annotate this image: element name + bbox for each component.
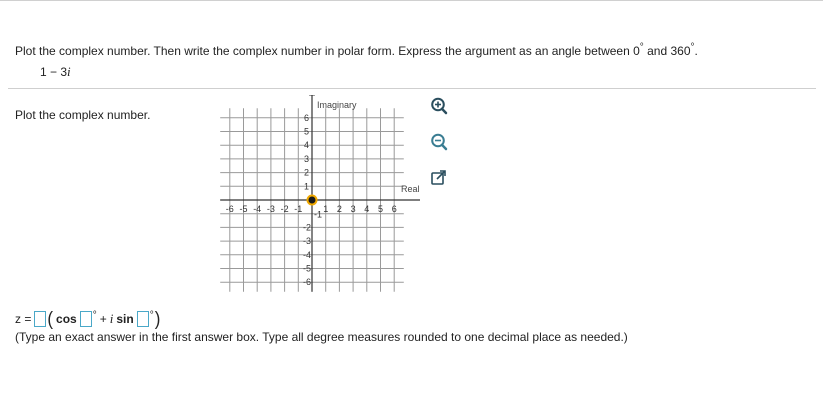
complex-number-real: 1 − 3 [40, 65, 68, 79]
z-label: z = [15, 312, 32, 326]
x-tick-label: 5 [378, 204, 383, 214]
y-tick-label: -4 [303, 250, 311, 260]
y-tick-label: 4 [304, 140, 309, 150]
y-axis-label: Imaginary [317, 100, 357, 110]
zoom-out-icon [431, 133, 448, 151]
x-tick-label: -2 [281, 204, 289, 214]
x-tick-label: 1 [323, 204, 328, 214]
zoom-in-icon [431, 97, 448, 115]
question-text: Plot the complex number. Then write the … [15, 42, 698, 58]
expand-icon [431, 170, 446, 185]
degree-symbol: ° [149, 310, 154, 321]
x-tick-label: 4 [364, 204, 369, 214]
x-tick-label: -4 [253, 204, 261, 214]
question-mid: and 360 [643, 44, 691, 58]
y-tick-label: -5 [303, 264, 311, 274]
y-tick-label: -6 [303, 277, 311, 287]
zoom-out-button[interactable] [429, 132, 449, 152]
y-tick-label: -2 [303, 222, 311, 232]
x-tick-label: -1 [294, 204, 302, 214]
complex-number-imag-unit: i [67, 64, 71, 79]
x-tick-label: -6 [226, 204, 234, 214]
x-tick-label: 3 [351, 204, 356, 214]
plot-prompt: Plot the complex number. [15, 108, 151, 122]
expand-button[interactable] [429, 168, 449, 188]
question-main: Plot the complex number. Then write the … [15, 44, 640, 58]
close-paren: ) [154, 307, 161, 330]
complex-number: 1 − 3i [40, 64, 71, 80]
cos-angle-input[interactable] [79, 311, 92, 327]
answer-row: z = ( cos ° + i sin ° ) [15, 307, 161, 330]
open-paren: ( [47, 307, 54, 330]
x-tick-label: 6 [392, 204, 397, 214]
y-axis-arrow [309, 95, 315, 96]
cos-label: cos [56, 312, 77, 326]
complex-plane-graph[interactable]: -6 -5 -4 -3 -2 -1 1 2 3 4 5 6654321-2-3-4-5-6-1 Ima… [220, 95, 420, 295]
y-tick-label: -1 [314, 210, 322, 220]
x-tick-label: -3 [267, 204, 275, 214]
y-tick-label: -3 [303, 236, 311, 246]
zoom-in-button[interactable] [429, 96, 449, 116]
degree-symbol: ° [92, 310, 97, 321]
sin-angle-input[interactable] [136, 311, 149, 327]
sin-label: sin [116, 312, 134, 326]
y-tick-label: 6 [304, 113, 309, 123]
imaginary-unit: i [109, 311, 114, 326]
y-tick-label: 3 [304, 154, 309, 164]
x-tick-label: -5 [239, 204, 247, 214]
y-tick-label: 1 [304, 181, 309, 191]
plus-sign: + [99, 312, 107, 326]
question-end: . [694, 44, 698, 58]
top-border [0, 0, 823, 1]
graph-tools [429, 96, 449, 204]
x-tick-label: 2 [337, 204, 342, 214]
modulus-input[interactable] [34, 311, 47, 327]
y-tick-label: 5 [304, 127, 309, 137]
y-tick-label: 2 [304, 168, 309, 178]
x-axis-label: Real [401, 184, 420, 194]
divider [8, 88, 816, 89]
axes [220, 95, 420, 292]
plotted-point[interactable] [306, 194, 318, 206]
instruction-note: (Type an exact answer in the first answe… [15, 330, 628, 344]
